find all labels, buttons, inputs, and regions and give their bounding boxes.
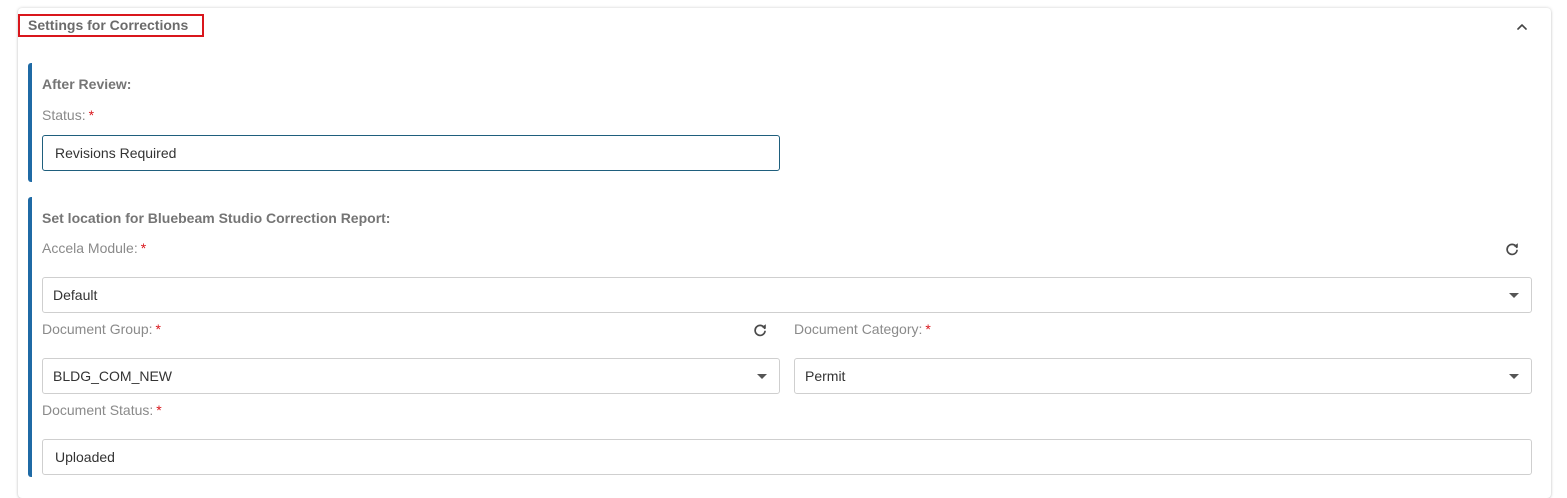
- document-group-label-text: Document Group:: [42, 321, 153, 337]
- document-category-label-text: Document Category:: [794, 321, 923, 337]
- accela-module-label: Accela Module: *: [42, 240, 146, 256]
- after-review-heading: After Review:: [42, 76, 132, 92]
- required-asterisk: *: [155, 321, 161, 337]
- required-asterisk: *: [140, 240, 147, 256]
- status-label: Status: *: [42, 107, 94, 123]
- accela-module-label-text: Accela Module:: [42, 240, 138, 256]
- document-group-value: BLDG_COM_NEW: [53, 368, 173, 384]
- required-asterisk: *: [156, 402, 162, 418]
- refresh-icon[interactable]: [752, 322, 768, 338]
- document-status-input[interactable]: Uploaded: [42, 439, 1532, 475]
- accela-module-value: Default: [53, 287, 98, 303]
- caret-down-icon: [1509, 374, 1519, 379]
- after-review-section: After Review: Status: * Revisions Require…: [28, 63, 788, 182]
- refresh-icon[interactable]: [1504, 241, 1520, 257]
- accela-module-select[interactable]: Default: [42, 277, 1532, 313]
- caret-down-icon: [1509, 293, 1519, 298]
- corrections-settings-panel: Settings for Corrections After Review: S…: [18, 8, 1551, 498]
- document-group-select[interactable]: BLDG_COM_NEW: [42, 358, 780, 394]
- document-group-label: Document Group: *: [42, 321, 161, 337]
- status-input[interactable]: Revisions Required: [42, 135, 780, 171]
- required-asterisk: *: [88, 107, 95, 123]
- status-label-text: Status:: [42, 107, 86, 123]
- report-location-section: Set location for Bluebeam Studio Correct…: [28, 197, 1538, 477]
- required-asterisk: *: [925, 321, 931, 337]
- document-category-value: Permit: [805, 368, 846, 384]
- document-status-label: Document Status: *: [42, 402, 162, 418]
- report-location-heading: Set location for Bluebeam Studio Correct…: [42, 210, 391, 226]
- document-category-select[interactable]: Permit: [794, 358, 1532, 394]
- panel-title[interactable]: Settings for Corrections: [18, 14, 204, 37]
- chevron-up-icon[interactable]: [1514, 19, 1530, 35]
- document-category-label: Document Category: *: [794, 321, 931, 337]
- caret-down-icon: [757, 374, 767, 379]
- document-status-label-text: Document Status:: [42, 402, 154, 418]
